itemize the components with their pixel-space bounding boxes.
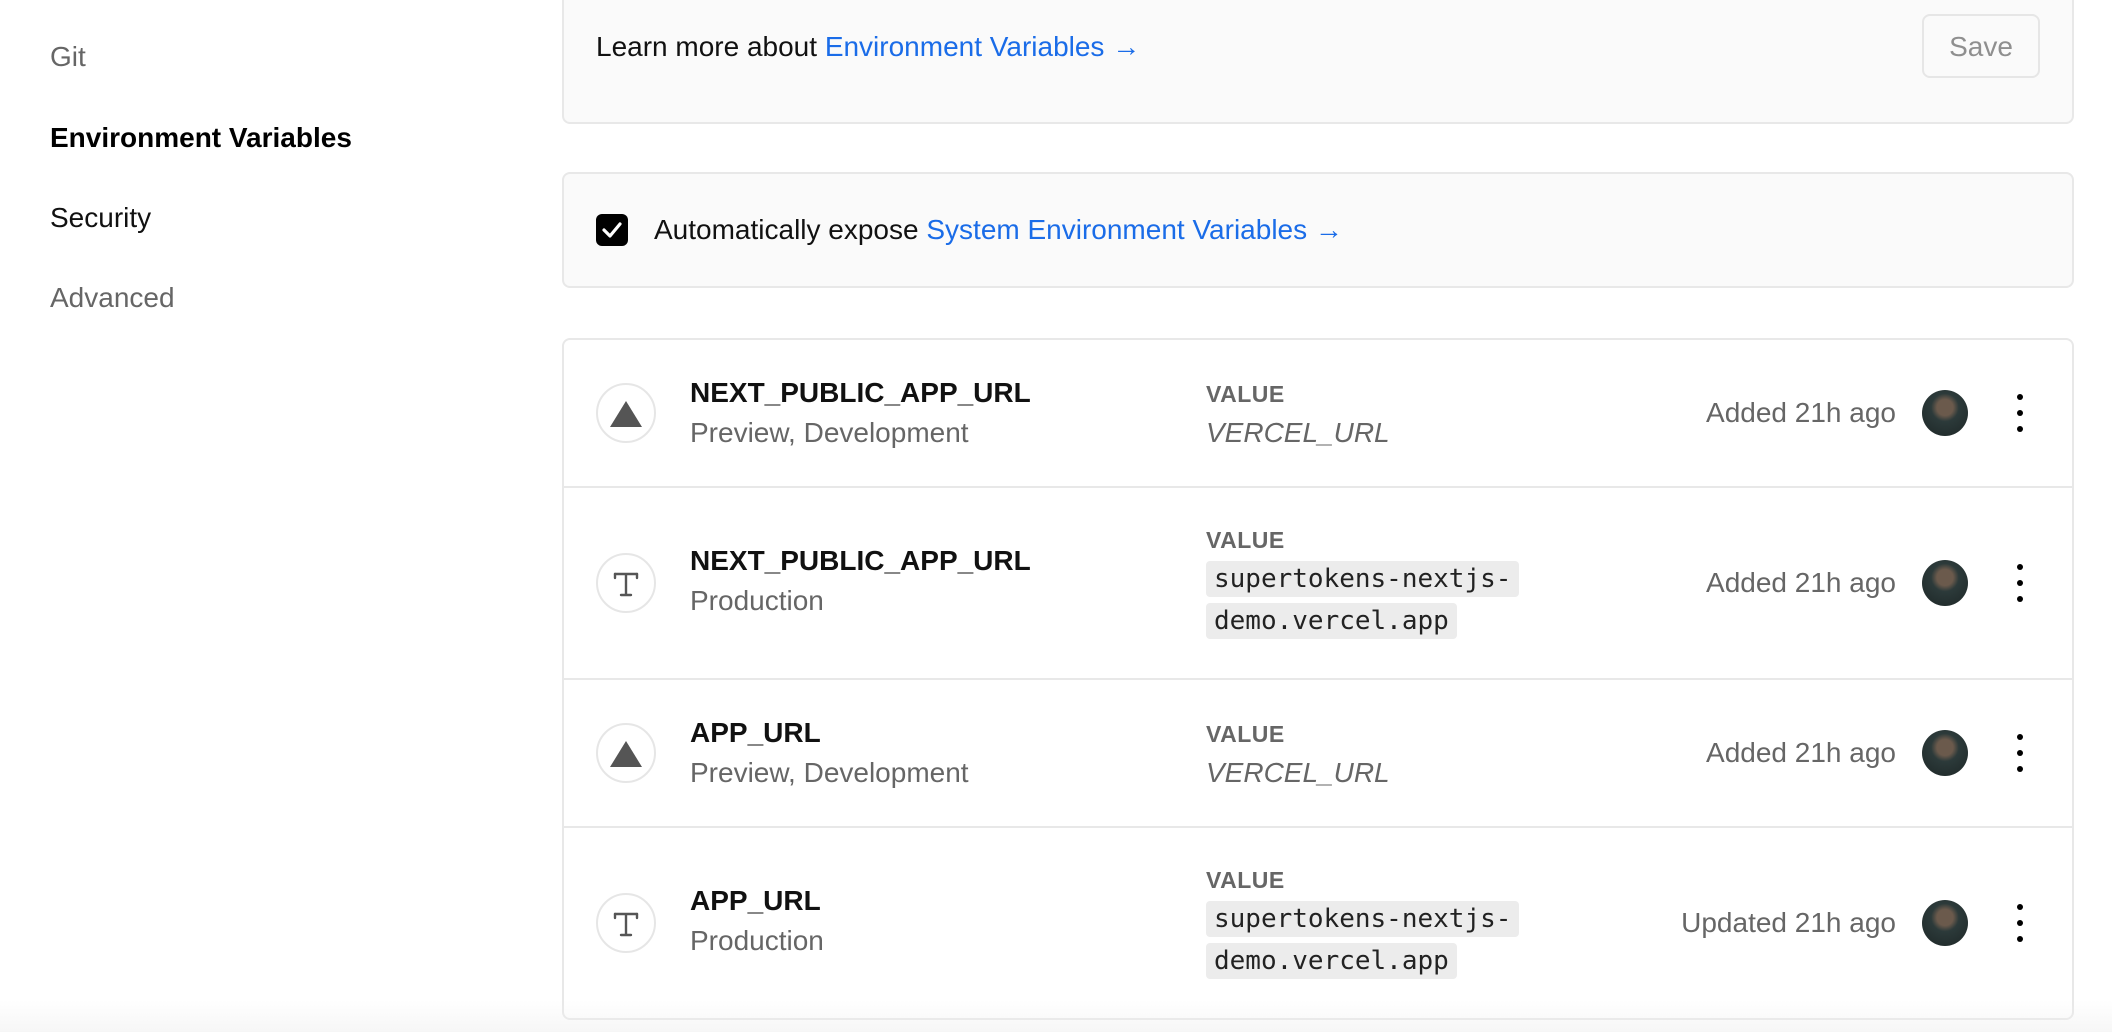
env-var-row[interactable]: APP_URL Production VALUE supertokens-nex… <box>564 828 2072 1018</box>
avatar[interactable] <box>1922 390 1968 436</box>
settings-sidebar: Git Environment Variables Security Advan… <box>0 0 540 1032</box>
env-var-value: supertokens-nextjs-demo.vercel.app <box>1206 898 1546 982</box>
env-var-environments: Production <box>690 585 824 616</box>
env-var-value: supertokens-nextjs-demo.vercel.app <box>1206 558 1546 642</box>
expose-prefix: Automatically expose <box>654 214 927 245</box>
sidebar-item-git[interactable]: Git <box>50 40 86 74</box>
env-var-environments: Preview, Development <box>690 417 969 448</box>
vercel-triangle-icon <box>596 383 656 443</box>
env-var-row[interactable]: APP_URL Preview, Development VALUE VERCE… <box>564 680 2072 828</box>
learn-more-text: Learn more about Environment Variables → <box>596 30 1140 64</box>
env-var-value: VERCEL_URL <box>1206 417 1390 448</box>
more-options-icon[interactable] <box>2008 561 2032 605</box>
more-options-icon[interactable] <box>2008 901 2032 945</box>
sidebar-item-security[interactable]: Security <box>50 201 151 235</box>
value-label: VALUE <box>1206 527 1285 553</box>
avatar[interactable] <box>1922 900 1968 946</box>
env-var-value-code: supertokens-nextjs-demo.vercel.app <box>1206 901 1520 979</box>
learn-more-prefix: Learn more about <box>596 31 825 62</box>
env-var-list: NEXT_PUBLIC_APP_URL Preview, Development… <box>562 338 2074 1020</box>
text-t-icon <box>596 893 656 953</box>
avatar[interactable] <box>1922 730 1968 776</box>
bottom-fade <box>0 1000 2112 1032</box>
env-var-row[interactable]: NEXT_PUBLIC_APP_URL Preview, Development… <box>564 340 2072 488</box>
sidebar-item-advanced[interactable]: Advanced <box>50 281 175 315</box>
more-options-icon[interactable] <box>2008 391 2032 435</box>
env-var-updated-time: Updated 21h ago <box>1681 907 1896 938</box>
env-var-name: NEXT_PUBLIC_APP_URL <box>690 377 1031 408</box>
env-var-added-time: Added 21h ago <box>1706 397 1896 428</box>
sidebar-item-environment-variables[interactable]: Environment Variables <box>50 121 352 155</box>
env-var-value-code: supertokens-nextjs-demo.vercel.app <box>1206 561 1520 639</box>
env-var-added-time: Added 21h ago <box>1706 567 1896 598</box>
avatar[interactable] <box>1922 560 1968 606</box>
learn-more-card: Learn more about Environment Variables →… <box>562 0 2074 124</box>
env-var-added-time: Added 21h ago <box>1706 737 1896 768</box>
value-label: VALUE <box>1206 867 1285 893</box>
more-options-icon[interactable] <box>2008 731 2032 775</box>
checkmark-icon <box>602 222 622 238</box>
expose-system-vars-card: Automatically expose System Environment … <box>562 172 2074 288</box>
value-label: VALUE <box>1206 721 1285 747</box>
env-var-name: APP_URL <box>690 717 821 748</box>
text-t-icon <box>596 553 656 613</box>
vercel-triangle-icon <box>596 723 656 783</box>
env-var-name: APP_URL <box>690 885 821 916</box>
system-environment-variables-link[interactable]: System Environment Variables → <box>926 214 1343 245</box>
env-var-environments: Preview, Development <box>690 757 969 788</box>
expose-text: Automatically expose System Environment … <box>654 213 1343 247</box>
environment-variables-docs-link[interactable]: Environment Variables → <box>825 31 1140 62</box>
env-var-environments: Production <box>690 925 824 956</box>
env-var-row[interactable]: NEXT_PUBLIC_APP_URL Production VALUE sup… <box>564 488 2072 680</box>
expose-system-vars-checkbox[interactable] <box>596 214 628 246</box>
value-label: VALUE <box>1206 381 1285 407</box>
env-var-value: VERCEL_URL <box>1206 757 1390 788</box>
env-var-name: NEXT_PUBLIC_APP_URL <box>690 545 1031 576</box>
save-button[interactable]: Save <box>1922 14 2040 78</box>
